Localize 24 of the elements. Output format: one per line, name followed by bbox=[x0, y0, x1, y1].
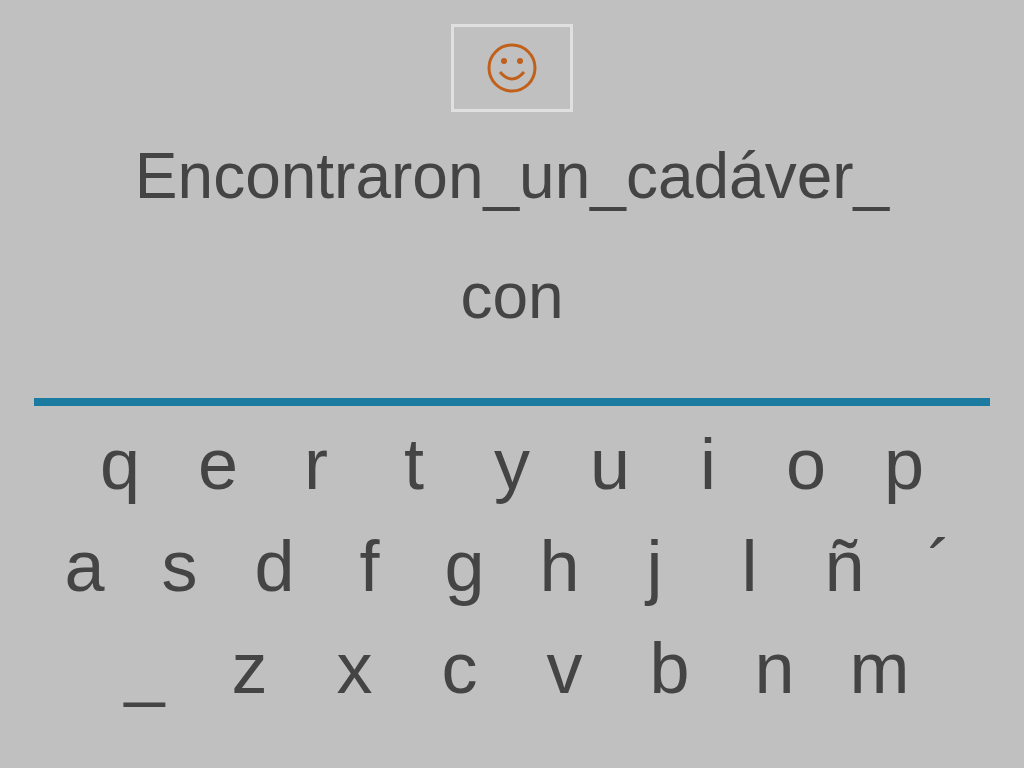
keyboard-key[interactable]: u bbox=[561, 428, 659, 500]
prompt-text: con bbox=[460, 264, 564, 328]
keyboard-key[interactable]: s bbox=[132, 530, 227, 602]
keyboard-key[interactable]: r bbox=[267, 428, 365, 500]
keyboard-key[interactable]: a bbox=[37, 530, 132, 602]
keyboard-key[interactable]: l bbox=[702, 530, 797, 602]
keyboard-key[interactable]: b bbox=[617, 632, 722, 704]
keyboard-key[interactable]: v bbox=[512, 632, 617, 704]
keyboard-key[interactable]: d bbox=[227, 530, 322, 602]
keyboard-key[interactable]: z bbox=[197, 632, 302, 704]
keyboard-key[interactable]: m bbox=[827, 632, 932, 704]
keyboard-key[interactable]: ´ bbox=[892, 530, 987, 602]
keyboard-key[interactable]: i bbox=[659, 428, 757, 500]
keyboard-key[interactable]: h bbox=[512, 530, 607, 602]
smiley-icon bbox=[486, 42, 538, 94]
keyboard-key[interactable]: o bbox=[757, 428, 855, 500]
keyboard-key[interactable]: ñ bbox=[797, 530, 892, 602]
keyboard-key[interactable]: c bbox=[407, 632, 512, 704]
keyboard-key[interactable]: e bbox=[169, 428, 267, 500]
keyboard-key[interactable]: x bbox=[302, 632, 407, 704]
keyboard-key[interactable]: t bbox=[365, 428, 463, 500]
hint-button[interactable] bbox=[451, 24, 573, 112]
keyboard-key[interactable]: f bbox=[322, 530, 417, 602]
keyboard-key[interactable]: n bbox=[722, 632, 827, 704]
